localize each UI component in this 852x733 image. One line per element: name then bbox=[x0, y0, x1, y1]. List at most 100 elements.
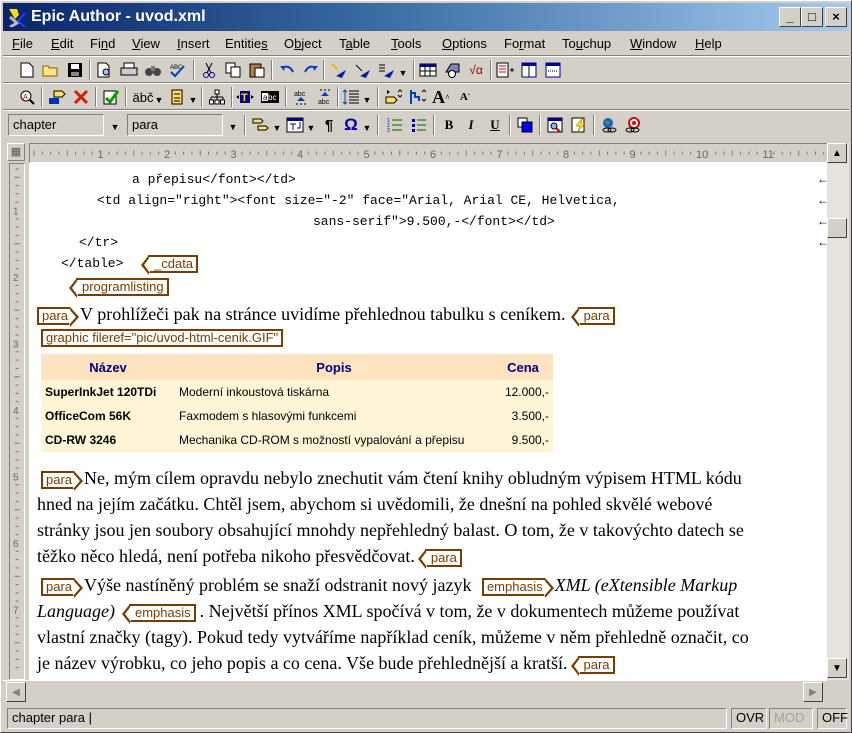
bold-icon[interactable]: B bbox=[439, 115, 459, 135]
fragment-dropdown-arrow-icon[interactable]: ▼ bbox=[185, 89, 201, 111]
menu-format[interactable]: Format bbox=[504, 36, 545, 51]
equation-icon[interactable]: √α bbox=[466, 60, 486, 80]
tag-icon[interactable] bbox=[47, 87, 67, 107]
menu-file[interactable]: File bbox=[12, 36, 33, 51]
emphasis-end-tag[interactable]: emphasis bbox=[122, 603, 196, 624]
italic-icon[interactable]: I bbox=[461, 115, 481, 135]
horizontal-ruler[interactable]: 1 2 3 4 5 6 7 8 9 10 11 bbox=[29, 143, 829, 163]
print-preview-icon[interactable] bbox=[95, 60, 115, 80]
cut-icon[interactable] bbox=[199, 60, 219, 80]
programlisting-end-tag[interactable]: programlisting bbox=[69, 278, 169, 298]
element-context-select[interactable]: chapter bbox=[8, 114, 104, 136]
close-button[interactable]: × bbox=[825, 7, 847, 27]
scroll-thumb[interactable] bbox=[827, 218, 847, 238]
table-icon[interactable] bbox=[418, 60, 438, 80]
menu-find[interactable]: Find bbox=[90, 36, 115, 51]
scroll-down-button[interactable]: ▼ bbox=[827, 658, 847, 678]
tag-view-dropdown-icon[interactable]: ▼ bbox=[269, 117, 285, 139]
menu-object[interactable]: Object bbox=[284, 36, 322, 51]
horizontal-scrollbar[interactable]: ◀ ▶ bbox=[3, 680, 827, 702]
menu-view[interactable]: View bbox=[132, 36, 160, 51]
menu-edit[interactable]: Edit bbox=[51, 36, 73, 51]
fragment-icon[interactable] bbox=[167, 87, 187, 107]
menu-touchup[interactable]: Touchup bbox=[562, 36, 611, 51]
open-folder-icon[interactable] bbox=[41, 60, 61, 80]
insert-markup-icon[interactable] bbox=[329, 60, 349, 80]
split-vertical-icon[interactable] bbox=[519, 60, 539, 80]
abc-box-icon[interactable]: a bc bbox=[259, 87, 281, 107]
paste-icon[interactable] bbox=[247, 60, 267, 80]
vertical-scrollbar[interactable]: ▲ ▼ bbox=[827, 143, 849, 680]
graphic-tag[interactable]: graphic fileref="pic/uvod-html-cenik.GIF… bbox=[41, 329, 284, 347]
element-current-dropdown-icon[interactable]: ▼ bbox=[225, 116, 241, 138]
ruler-toggle-icon[interactable]: ▦ bbox=[7, 143, 25, 161]
para-start-tag[interactable]: para bbox=[41, 577, 84, 598]
outdent-icon[interactable] bbox=[407, 87, 427, 107]
redo-icon[interactable] bbox=[301, 60, 321, 80]
object-icon[interactable] bbox=[442, 60, 462, 80]
indent-icon[interactable] bbox=[383, 87, 403, 107]
maximize-button[interactable]: □ bbox=[801, 7, 823, 27]
menu-table[interactable]: Table bbox=[339, 36, 370, 51]
menu-window[interactable]: Window bbox=[630, 36, 676, 51]
numbered-list-icon[interactable]: 123 bbox=[385, 115, 405, 135]
menu-tools[interactable]: Tools bbox=[391, 36, 421, 51]
tree-structure-icon[interactable] bbox=[207, 87, 227, 107]
emphasis-start-tag[interactable]: emphasis bbox=[481, 577, 554, 598]
menu-entities[interactable]: Entities bbox=[225, 36, 268, 51]
copy-icon[interactable] bbox=[223, 60, 243, 80]
target-link-icon[interactable] bbox=[623, 115, 643, 135]
text-view-dropdown-icon[interactable]: ▼ bbox=[303, 117, 319, 139]
omega-symbol-icon[interactable]: Ω bbox=[341, 115, 361, 135]
line-spacing-dropdown-arrow-icon[interactable]: ▼ bbox=[359, 89, 375, 111]
bullet-list-icon[interactable] bbox=[409, 115, 429, 135]
scroll-left-button[interactable]: ◀ bbox=[6, 682, 26, 702]
cdata-end-tag[interactable]: _cdata bbox=[140, 255, 199, 275]
find-element-icon[interactable]: A bbox=[17, 87, 37, 107]
markup-dropdown-icon[interactable] bbox=[377, 60, 397, 80]
lightning-icon[interactable] bbox=[569, 115, 589, 135]
split-icon[interactable]: abc bbox=[315, 87, 335, 107]
validate-check-icon[interactable] bbox=[101, 87, 121, 107]
preview-icon[interactable] bbox=[545, 115, 565, 135]
save-icon[interactable] bbox=[65, 60, 85, 80]
delete-tag-icon[interactable] bbox=[71, 87, 91, 107]
para-start-tag[interactable]: para bbox=[37, 306, 80, 327]
markup-dropdown-arrow-icon[interactable]: ▼ bbox=[395, 62, 411, 84]
menu-options[interactable]: Options bbox=[442, 36, 487, 51]
menu-help[interactable]: Help bbox=[695, 36, 722, 51]
print-icon[interactable] bbox=[119, 60, 139, 80]
scroll-right-button[interactable]: ▶ bbox=[803, 682, 823, 702]
spellcheck-icon[interactable]: ABC bbox=[167, 60, 187, 80]
font-larger-icon[interactable]: A ^ bbox=[431, 87, 451, 107]
font-smaller-icon[interactable]: Aˇ bbox=[455, 87, 475, 107]
change-markup-icon[interactable] bbox=[353, 60, 373, 80]
find-binoculars-icon[interactable] bbox=[143, 60, 163, 80]
vertical-ruler[interactable]: 1 2 3 4 5 6 7 bbox=[9, 163, 25, 680]
pilcrow-icon[interactable]: ¶ bbox=[319, 115, 339, 135]
element-context-dropdown-icon[interactable]: ▼ bbox=[107, 116, 123, 138]
text-insert-icon[interactable]: T bbox=[235, 87, 255, 107]
insert-list-icon[interactable] bbox=[495, 60, 515, 80]
symbol-dropdown-icon[interactable]: ▼ bbox=[359, 117, 375, 139]
menu-insert[interactable]: Insert bbox=[177, 36, 210, 51]
color-icon[interactable] bbox=[515, 115, 535, 135]
new-document-icon[interactable] bbox=[17, 60, 37, 80]
join-icon[interactable]: abc bbox=[291, 87, 311, 107]
para-start-tag[interactable]: para bbox=[41, 470, 84, 491]
text-view-icon[interactable] bbox=[285, 115, 305, 135]
tag-view-icon[interactable] bbox=[251, 115, 271, 135]
minimize-button[interactable]: _ bbox=[779, 7, 801, 27]
document-editor[interactable]: a přepisu</font></td> <td align="right">… bbox=[29, 163, 827, 680]
line-spacing-icon[interactable] bbox=[341, 87, 361, 107]
web-link-icon[interactable] bbox=[599, 115, 619, 135]
element-current-select[interactable]: para bbox=[127, 114, 223, 136]
para-end-tag[interactable]: para bbox=[570, 306, 615, 327]
para-end-tag[interactable]: para bbox=[417, 548, 462, 569]
undo-icon[interactable] bbox=[277, 60, 297, 80]
scroll-up-button[interactable]: ▲ bbox=[827, 143, 847, 163]
split-horizontal-icon[interactable] bbox=[543, 60, 563, 80]
entity-dropdown-arrow-icon[interactable]: ▼ bbox=[151, 89, 167, 111]
underline-icon[interactable]: U bbox=[485, 115, 505, 135]
para-end-tag[interactable]: para bbox=[570, 655, 615, 676]
